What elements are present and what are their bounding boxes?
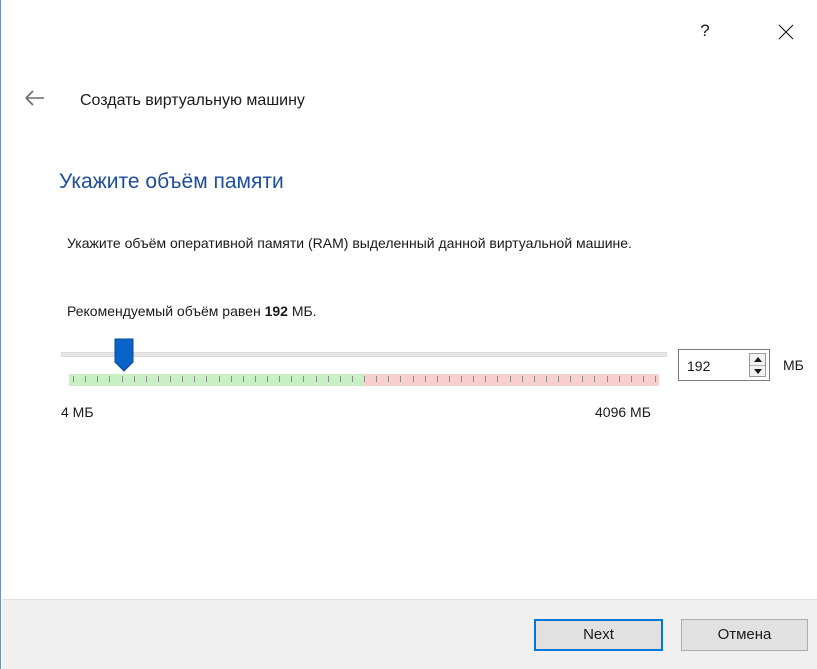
back-button[interactable] xyxy=(23,88,49,110)
page-title: Укажите объём памяти xyxy=(59,170,284,193)
close-icon xyxy=(778,24,794,40)
recommend-prefix: Рекомендуемый объём равен xyxy=(67,303,265,319)
slider-max-label: 4096 МБ xyxy=(595,404,651,420)
next-button[interactable]: Next xyxy=(534,619,663,651)
slider-ticks xyxy=(73,376,656,382)
arrow-left-icon xyxy=(25,90,44,106)
slider-min-label: 4 МБ xyxy=(61,404,94,420)
spin-buttons xyxy=(749,353,766,377)
help-button[interactable]: ? xyxy=(691,16,719,46)
memory-unit-label: МБ xyxy=(783,357,804,373)
cancel-button[interactable]: Отмена xyxy=(681,619,808,651)
memory-slider[interactable] xyxy=(61,338,667,390)
slider-groove[interactable] xyxy=(61,352,667,357)
slider-handle-icon xyxy=(114,338,134,372)
wizard-dialog: ? Создать виртуальную машину Укажите объ… xyxy=(0,0,817,669)
triangle-down-icon xyxy=(753,369,762,374)
slider-handle[interactable] xyxy=(113,338,135,372)
recommended-memory-text: Рекомендуемый объём равен 192 МБ. xyxy=(67,303,317,319)
memory-description: Укажите объём оперативной памяти (RAM) в… xyxy=(67,235,632,251)
triangle-up-icon xyxy=(753,357,762,362)
wizard-title: Создать виртуальную машину xyxy=(80,92,305,109)
spin-down-button[interactable] xyxy=(750,365,765,377)
recommend-suffix: МБ. xyxy=(287,303,317,319)
memory-spinbox[interactable]: 192 xyxy=(678,349,770,381)
close-button[interactable] xyxy=(769,16,803,46)
dialog-footer: Next Отмена xyxy=(2,599,817,669)
spin-up-button[interactable] xyxy=(750,354,765,365)
memory-size-input[interactable]: 192 xyxy=(687,356,747,376)
recommend-value: 192 xyxy=(264,303,288,319)
